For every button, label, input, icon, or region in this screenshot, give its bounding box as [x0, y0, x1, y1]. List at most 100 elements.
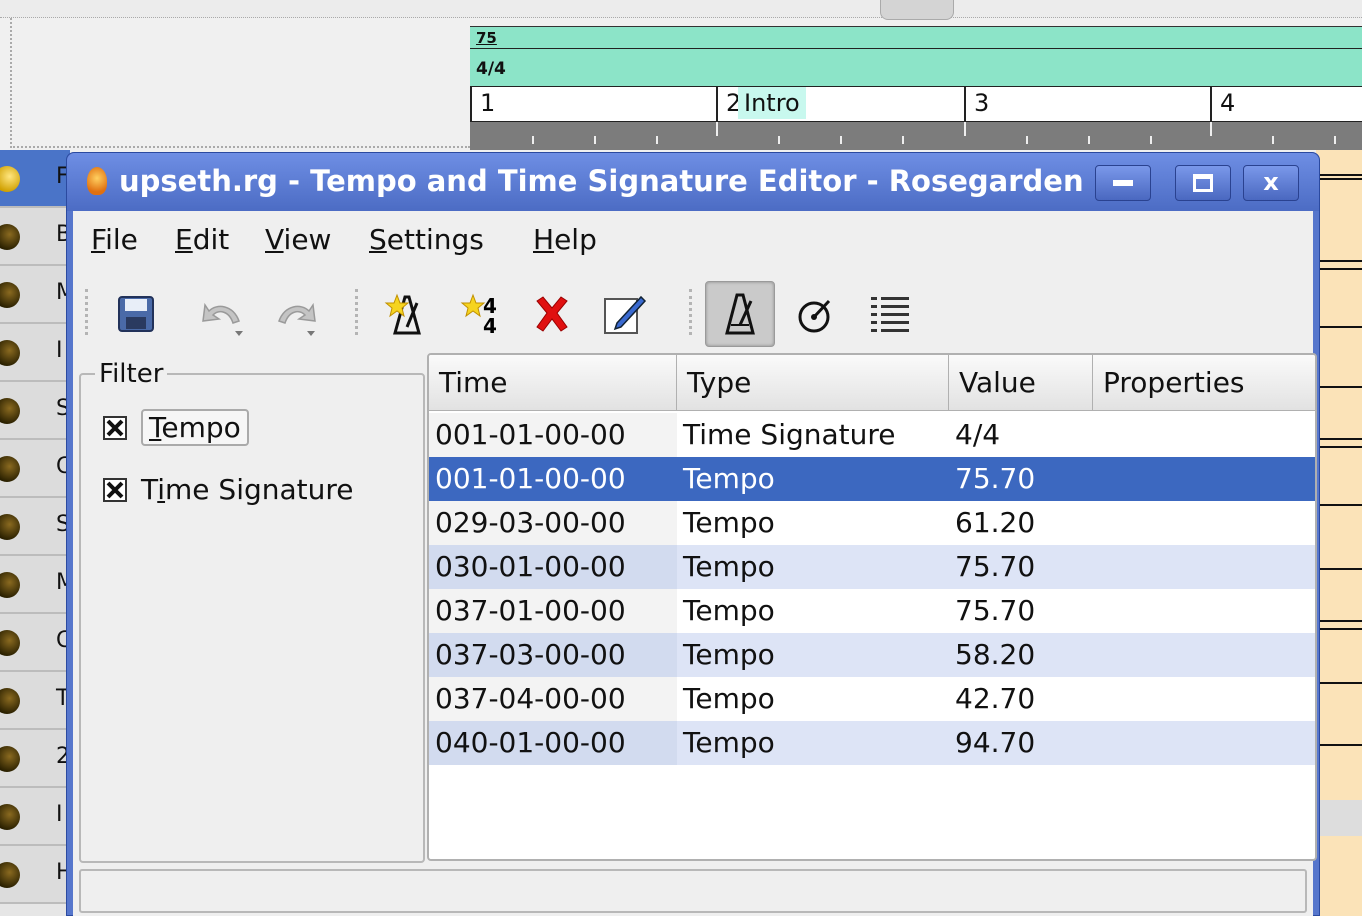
track-led-icon[interactable]: [0, 224, 20, 250]
menu-settings[interactable]: Settings: [369, 223, 484, 256]
table-row[interactable]: 037-04-00-00 Tempo 42.70: [429, 677, 1315, 721]
undo-button[interactable]: [187, 281, 257, 347]
menu-view[interactable]: View: [265, 223, 331, 256]
column-header-properties[interactable]: Properties: [1093, 355, 1315, 411]
cell-properties: [1093, 677, 1315, 721]
table-row[interactable]: 029-03-00-00 Tempo 61.20: [429, 501, 1315, 545]
cell-type: Tempo: [683, 726, 775, 759]
delete-icon: [536, 296, 568, 332]
toolbar: 44: [73, 275, 1313, 351]
cell-time: 037-03-00-00: [429, 633, 677, 677]
table-row[interactable]: 037-03-00-00 Tempo 58.20: [429, 633, 1315, 677]
edit-button[interactable]: [589, 281, 659, 347]
track-row[interactable]: 2: [0, 730, 70, 788]
table-row[interactable]: 001-01-00-00 Time Signature 4/4: [429, 413, 1315, 457]
delete-button[interactable]: [517, 281, 587, 347]
redo-button[interactable]: [261, 281, 331, 347]
toolbar-grip[interactable]: [689, 289, 693, 335]
filter-time-signature-checkbox[interactable]: Time Signature: [103, 473, 354, 506]
track-row[interactable]: C: [0, 440, 71, 498]
table-header: Time Type Value Properties: [429, 355, 1315, 411]
track-row[interactable]: M: [0, 556, 75, 614]
track-led-icon[interactable]: [0, 746, 20, 772]
track-led-icon[interactable]: [0, 804, 20, 830]
cell-value: 4/4: [955, 418, 1001, 451]
cell-time: 029-03-00-00: [429, 501, 677, 545]
track-led-icon[interactable]: [0, 862, 20, 888]
track-led-icon[interactable]: [0, 282, 20, 308]
track-row[interactable]: I: [0, 788, 70, 846]
track-row[interactable]: S: [0, 382, 70, 440]
insert-tempo-button[interactable]: [371, 281, 441, 347]
cell-value: 61.20: [955, 506, 1036, 539]
horizontal-scroll-thumb[interactable]: [880, 0, 954, 20]
cell-properties: [1093, 589, 1315, 633]
redo-icon: [278, 302, 316, 336]
menu-edit[interactable]: Edit: [175, 223, 229, 256]
close-button[interactable]: x: [1243, 165, 1299, 201]
marker-label[interactable]: Intro: [738, 87, 806, 119]
checkbox-checked-icon[interactable]: [103, 415, 127, 440]
toolbar-grip[interactable]: [355, 289, 359, 335]
list-view-button[interactable]: [855, 281, 925, 347]
cell-value: 58.20: [955, 638, 1036, 671]
bar-number: 1: [470, 87, 495, 123]
track-led-icon[interactable]: [0, 572, 20, 598]
time-signature-filter-icon: [798, 299, 831, 333]
track-led-icon[interactable]: [0, 398, 20, 424]
maximize-button[interactable]: [1175, 165, 1231, 201]
window-title: upseth.rg - Tempo and Time Signature Edi…: [119, 164, 1084, 198]
tempo-filter-toggle[interactable]: [705, 281, 775, 347]
filter-tempo-rest: empo: [161, 411, 241, 444]
filter-legend: Filter: [95, 361, 168, 387]
track-row[interactable]: F: [0, 150, 70, 208]
track-led-icon[interactable]: [0, 166, 20, 192]
checkbox-checked-icon[interactable]: [103, 477, 127, 502]
table-row[interactable]: 037-01-00-00 Tempo 75.70: [429, 589, 1315, 633]
cell-time: 001-01-00-00: [429, 413, 677, 457]
cell-type: Tempo: [683, 462, 775, 495]
menu-help[interactable]: Help: [533, 223, 597, 256]
column-header-type[interactable]: Type: [677, 355, 949, 411]
track-row[interactable]: T: [0, 672, 70, 730]
bar-number: 3: [964, 87, 989, 123]
title-bar[interactable]: upseth.rg - Tempo and Time Signature Edi…: [67, 153, 1319, 211]
time-signature-filter-toggle[interactable]: [781, 281, 851, 347]
column-header-time[interactable]: Time: [429, 355, 677, 411]
track-row[interactable]: I: [0, 324, 70, 382]
track-led-icon[interactable]: [0, 688, 20, 714]
track-led-icon[interactable]: [0, 514, 20, 540]
cell-value: 75.70: [955, 462, 1036, 495]
filter-tempo-checkbox[interactable]: Tempo: [103, 409, 249, 446]
toolbar-grip[interactable]: [85, 289, 89, 335]
rosegarden-app-icon[interactable]: [87, 167, 107, 195]
filter-timesig-rest: me Signature: [165, 473, 354, 506]
track-header-area: [10, 18, 470, 148]
track-row[interactable]: M: [0, 266, 75, 324]
track-led-icon[interactable]: [0, 456, 20, 482]
minimize-button[interactable]: [1095, 165, 1151, 201]
table-row[interactable]: 040-01-00-00 Tempo 94.70: [429, 721, 1315, 765]
table-row[interactable]: 030-01-00-00 Tempo 75.70: [429, 545, 1315, 589]
cell-time: 040-01-00-00: [429, 721, 677, 765]
track-led-icon[interactable]: [0, 630, 20, 656]
cell-type: Tempo: [683, 506, 775, 539]
tempo-ruler-divider: [470, 48, 1362, 49]
cell-type: Time Signature: [683, 418, 896, 451]
bar-ruler[interactable]: 1 2 Intro 3 4: [470, 86, 1362, 123]
cell-type: Tempo: [683, 638, 775, 671]
track-row[interactable]: S: [0, 498, 70, 556]
segment-canvas[interactable]: [1316, 150, 1362, 916]
table-row[interactable]: 001-01-00-00 Tempo 75.70: [429, 457, 1315, 501]
track-row[interactable]: B: [0, 208, 71, 266]
track-row[interactable]: H: [0, 846, 73, 904]
track-led-icon[interactable]: [0, 340, 20, 366]
column-header-value[interactable]: Value: [949, 355, 1093, 411]
menu-file[interactable]: File: [91, 223, 138, 256]
track-row[interactable]: C: [0, 614, 71, 672]
tempo-ruler[interactable]: 75 4/4: [470, 26, 1362, 86]
tempo-event-table[interactable]: Time Type Value Properties 001-01-00-00 …: [427, 353, 1317, 861]
insert-time-signature-button[interactable]: 44: [447, 281, 517, 347]
beat-ticks: [470, 122, 1362, 150]
save-button[interactable]: [101, 281, 171, 347]
